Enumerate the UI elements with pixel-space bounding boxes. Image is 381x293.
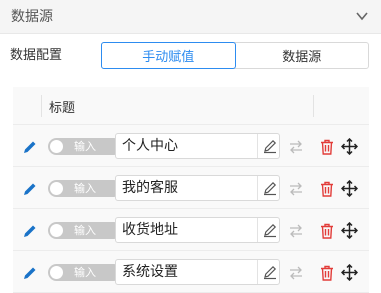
input-divider [257,218,258,242]
toggle-label: 输入 [74,266,96,279]
table-row: 输入 系统设置 [13,253,369,293]
move-icon[interactable] [341,222,358,239]
swap-icon[interactable] [288,266,304,280]
panel-title: 数据源 [11,9,53,25]
edit-icon[interactable] [22,223,38,239]
toggle-label: 输入 [74,182,96,195]
table-row: 输入 收货地址 [13,211,369,251]
swap-icon[interactable] [288,182,304,196]
column-header-title: 标题 [49,101,76,116]
input-toggle[interactable]: 输入 [48,138,122,155]
tab-data-source[interactable]: 数据源 [236,43,369,68]
toggle-knob [50,182,63,195]
title-input-value: 个人中心 [122,138,178,154]
table-row: 输入 个人中心 [13,127,369,167]
toggle-knob [50,224,63,237]
toggle-knob [50,140,63,153]
data-config-label: 数据配置 [10,48,63,63]
chevron-down-icon[interactable] [355,9,369,23]
edit-icon[interactable] [22,139,38,155]
toggle-label: 输入 [74,224,96,237]
pen-icon[interactable] [262,138,278,154]
input-divider [257,134,258,158]
title-input-value: 收货地址 [122,222,178,238]
move-icon[interactable] [341,138,358,155]
title-input-value: 我的客服 [122,180,178,196]
trash-icon[interactable] [320,139,334,155]
pen-icon[interactable] [262,222,278,238]
panel-header[interactable]: 数据源 [0,0,381,34]
edit-icon[interactable] [22,181,38,197]
input-divider [257,260,258,284]
toggle-knob [50,266,63,279]
toggle-label: 输入 [74,140,96,153]
column-separator [41,95,42,117]
move-icon[interactable] [341,264,358,281]
table-header: 标题 [13,87,369,125]
items-table: 标题 输入 个人中心 输入 我的客服 输入 收货地址 输入 系统设置 [13,87,369,293]
trash-icon[interactable] [320,223,334,239]
data-config-segmented: 手动赋值 数据源 [101,42,369,69]
title-input[interactable]: 我的客服 [115,175,280,201]
input-toggle[interactable]: 输入 [48,222,122,239]
swap-icon[interactable] [288,140,304,154]
input-toggle[interactable]: 输入 [48,180,122,197]
edit-icon[interactable] [22,265,38,281]
tab-manual-assign[interactable]: 手动赋值 [101,42,236,69]
pen-icon[interactable] [262,264,278,280]
title-input[interactable]: 收货地址 [115,217,280,243]
table-row: 输入 我的客服 [13,169,369,209]
trash-icon[interactable] [320,265,334,281]
trash-icon[interactable] [320,181,334,197]
pen-icon[interactable] [262,180,278,196]
input-divider [257,176,258,200]
swap-icon[interactable] [288,224,304,238]
title-input-value: 系统设置 [122,264,178,280]
move-icon[interactable] [341,180,358,197]
column-separator [313,95,314,117]
title-input[interactable]: 系统设置 [115,259,280,285]
title-input[interactable]: 个人中心 [115,133,280,159]
input-toggle[interactable]: 输入 [48,264,122,281]
